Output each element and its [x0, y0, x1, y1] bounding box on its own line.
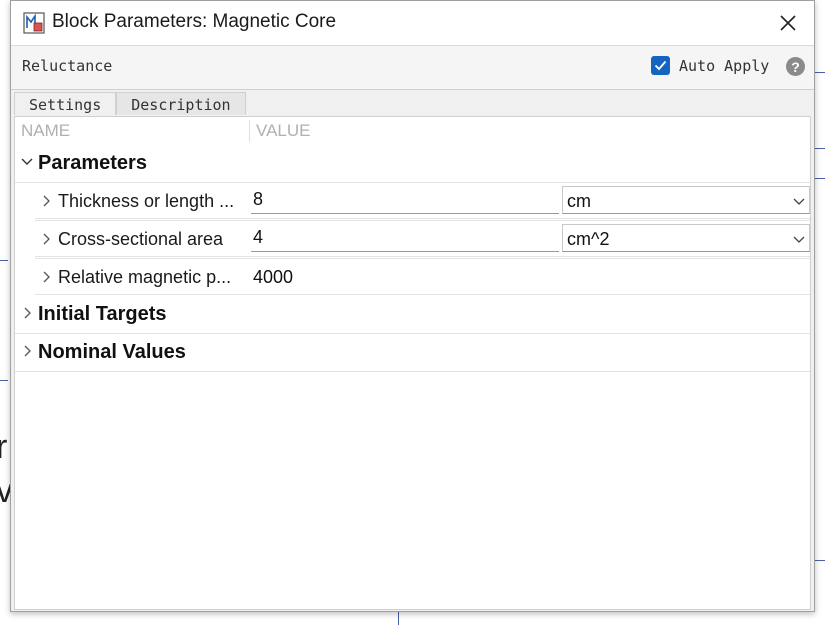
area-unit-select[interactable]: cm^2: [562, 224, 810, 252]
tab-bar: Settings Description: [14, 92, 246, 115]
column-header: NAME VALUE: [15, 117, 810, 145]
section-label: Initial Targets: [38, 303, 167, 325]
block-parameters-icon: [23, 12, 45, 34]
canvas-wire: [814, 148, 825, 149]
dropdown-arrow-icon: [793, 198, 805, 205]
auto-apply-label: Auto Apply: [679, 56, 770, 75]
chevron-right-icon[interactable]: [40, 271, 52, 283]
dialog-title: Block Parameters: Magnetic Core: [52, 11, 337, 32]
canvas-port: [0, 380, 8, 381]
param-row-relative-permeability: Relative magnetic p... 4000: [35, 258, 810, 295]
close-icon: [780, 15, 796, 31]
thickness-unit-select[interactable]: cm: [562, 186, 810, 214]
checkmark-icon: [654, 60, 667, 71]
tab-settings[interactable]: Settings: [14, 92, 117, 115]
canvas-wire: [398, 612, 399, 625]
checkbox-box[interactable]: [651, 56, 670, 75]
chevron-down-icon: [21, 158, 33, 165]
block-type-label: Reluctance: [22, 57, 113, 75]
value-column-header: VALUE: [256, 121, 311, 140]
param-name: Cross-sectional area: [58, 229, 224, 249]
param-row-cross-sectional-area: Cross-sectional area cm^2: [35, 220, 810, 257]
thickness-value-input[interactable]: [251, 186, 559, 214]
chevron-right-icon[interactable]: [40, 233, 52, 245]
unit-value: cm^2: [567, 229, 610, 249]
canvas-wire: [814, 560, 825, 561]
permeability-value[interactable]: 4000: [253, 267, 293, 288]
name-column-header: NAME: [21, 121, 71, 140]
close-button[interactable]: [762, 1, 814, 45]
section-parameters[interactable]: Parameters: [15, 145, 810, 183]
section-label: Parameters: [38, 152, 147, 174]
section-nominal-values[interactable]: Nominal Values: [15, 334, 810, 372]
chevron-right-icon[interactable]: [40, 195, 52, 207]
tab-description[interactable]: Description: [116, 92, 246, 115]
dropdown-arrow-icon: [793, 236, 805, 243]
section-label: Nominal Values: [38, 341, 186, 363]
canvas-wire: [814, 72, 825, 73]
parameters-panel: NAME VALUE Parameters Thickness or lengt…: [14, 116, 811, 610]
column-divider[interactable]: [249, 120, 250, 142]
block-header: Reluctance Auto Apply ?: [11, 45, 814, 90]
help-icon[interactable]: ?: [786, 57, 805, 76]
block-parameters-dialog: Block Parameters: Magnetic Core Reluctan…: [10, 0, 815, 612]
param-name: Relative magnetic p...: [58, 267, 232, 287]
auto-apply-checkbox[interactable]: Auto Apply: [651, 56, 769, 75]
chevron-right-icon: [24, 307, 31, 319]
chevron-right-icon: [24, 345, 31, 357]
area-value-input[interactable]: [251, 224, 559, 252]
canvas-label: r: [0, 428, 8, 466]
canvas-port: [0, 260, 8, 261]
unit-value: cm: [567, 191, 591, 211]
title-bar: Block Parameters: Magnetic Core: [11, 1, 814, 45]
param-name: Thickness or length ...: [58, 191, 235, 211]
canvas-wire: [814, 178, 825, 179]
section-initial-targets[interactable]: Initial Targets: [15, 296, 810, 334]
param-row-thickness: Thickness or length ... cm: [35, 182, 810, 219]
